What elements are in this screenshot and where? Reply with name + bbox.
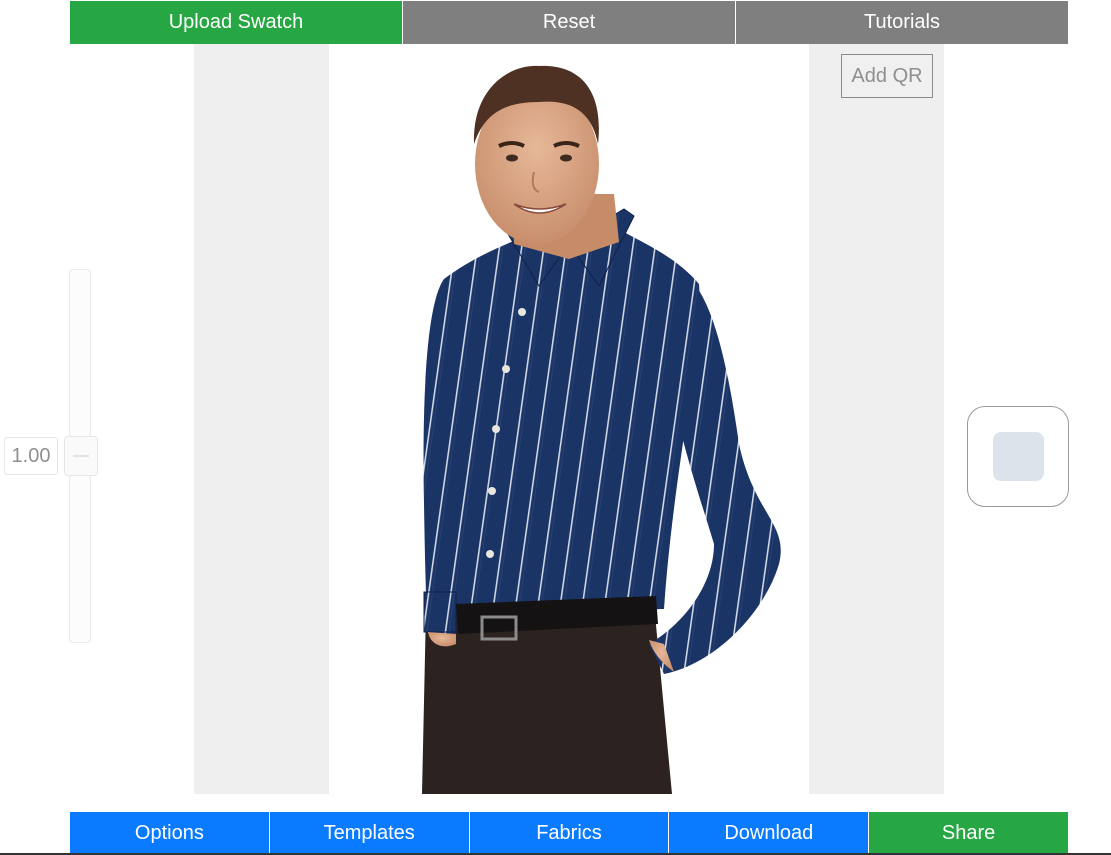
- preview-canvas: [194, 44, 944, 794]
- add-qr-button[interactable]: Add QR: [841, 54, 933, 98]
- bottom-nav: Options Templates Fabrics Download Share: [70, 812, 1068, 855]
- upload-swatch-button[interactable]: Upload Swatch: [70, 1, 403, 44]
- share-button[interactable]: Share: [869, 812, 1068, 855]
- zoom-value: 1.00: [4, 437, 58, 475]
- zoom-slider-handle[interactable]: [64, 436, 98, 476]
- tutorials-button[interactable]: Tutorials: [736, 1, 1068, 44]
- swatch-color-preview: [992, 432, 1044, 481]
- top-toolbar: Upload Swatch Reset Tutorials: [70, 1, 1068, 44]
- download-button[interactable]: Download: [669, 812, 870, 855]
- reset-button[interactable]: Reset: [403, 1, 736, 44]
- fabrics-button[interactable]: Fabrics: [469, 812, 670, 855]
- options-button[interactable]: Options: [70, 812, 270, 855]
- model-image: [422, 65, 781, 794]
- templates-button[interactable]: Templates: [269, 812, 470, 855]
- color-swatch-button[interactable]: [967, 406, 1069, 507]
- grip-icon: [73, 455, 89, 457]
